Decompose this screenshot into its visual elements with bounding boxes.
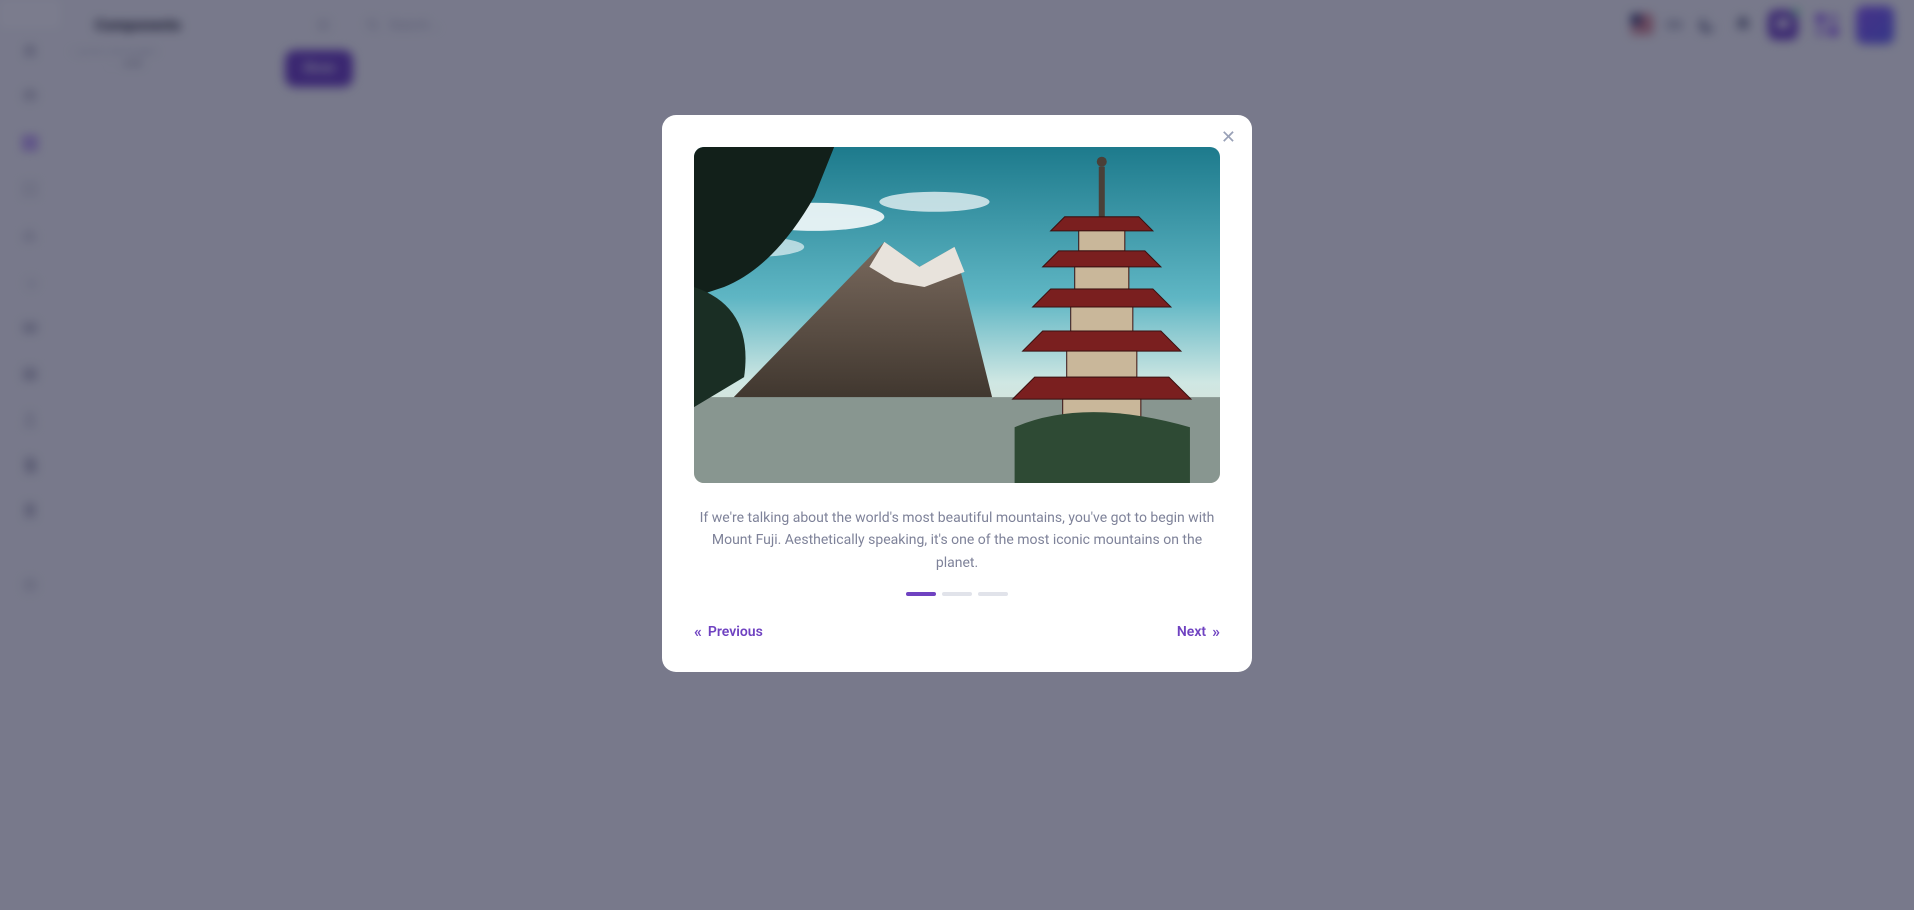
indicator-dot[interactable] (906, 592, 936, 596)
modal-description: If we're talking about the world's most … (698, 507, 1216, 574)
modal-dialog: ✕ (662, 115, 1252, 672)
indicator-dot[interactable] (942, 592, 972, 596)
slide-indicators (694, 592, 1220, 596)
close-icon[interactable]: ✕ (1221, 129, 1236, 147)
chevron-left-icon: « (694, 624, 702, 640)
indicator-dot[interactable] (978, 592, 1008, 596)
modal-nav: « Previous Next » (694, 624, 1220, 640)
modal-image (694, 147, 1220, 483)
next-label: Next (1177, 624, 1206, 640)
previous-button[interactable]: « Previous (694, 624, 763, 640)
next-button[interactable]: Next » (1177, 624, 1220, 640)
chevron-right-icon: » (1212, 624, 1220, 640)
previous-label: Previous (708, 624, 763, 640)
